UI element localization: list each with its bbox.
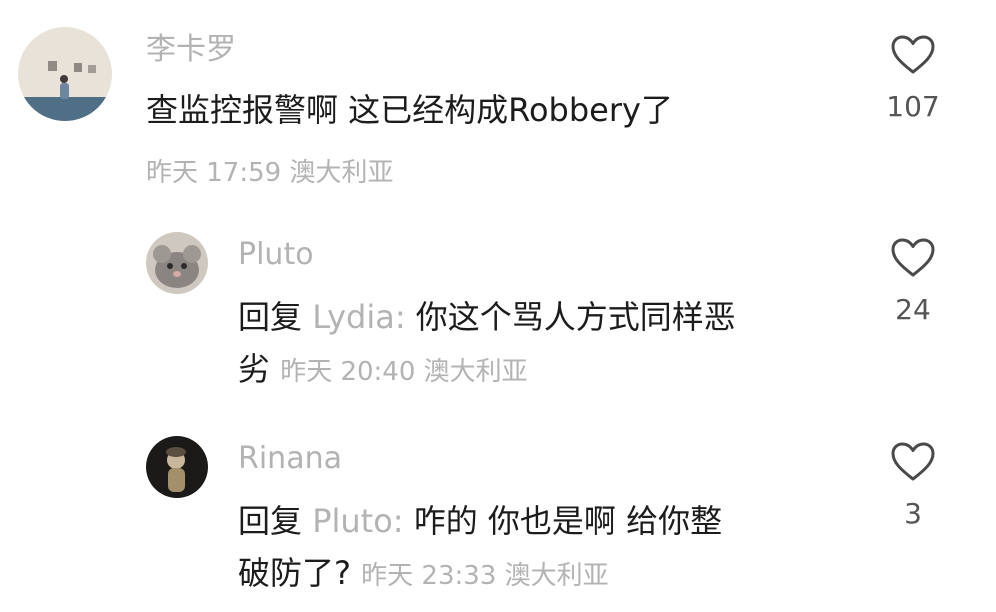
comment-time: 昨天 23:33 [361,561,497,591]
comment-time: 昨天 17:59 [146,158,282,188]
comment-meta: 昨天 23:33 澳大利亚 [361,561,608,591]
comment-username[interactable]: Pluto [238,236,314,274]
avatar-image [146,436,208,498]
avatar[interactable] [146,436,208,498]
comment-item: 李卡罗 查监控报警啊 这已经构成Robbery了 昨天 17:59 澳大利亚 1… [0,0,996,200]
reply-comment-item: Pluto 回复 Lydia: 你这个骂人方式同样恶 劣 昨天 20:40 澳大… [0,220,996,410]
comment-text-line: 破防了? 昨天 23:33 澳大利亚 [238,547,838,602]
comment-location: 澳大利亚 [504,561,609,591]
reply-target[interactable]: Lydia: [312,298,405,336]
comment-text[interactable]: 查监控报警啊 这已经构成Robbery了 [146,84,846,136]
avatar[interactable] [18,27,112,121]
like-count: 3 [904,497,922,530]
heart-outline-icon [891,442,935,481]
comment-location: 澳大利亚 [423,357,528,387]
comment-text-line1: 你这个骂人方式同样恶 [415,298,736,336]
comment-location: 澳大利亚 [289,158,394,188]
reply-prefix: 回复 [238,502,303,540]
comment-username[interactable]: Rinana [238,440,342,478]
comment-text-line: 劣 昨天 20:40 澳大利亚 [238,343,838,398]
avatar[interactable] [146,232,208,294]
like-count: 107 [886,90,940,123]
comment-time: 昨天 20:40 [280,357,416,387]
reply-prefix: 回复 [238,298,303,336]
avatar-image [18,27,112,121]
comment-username[interactable]: 李卡罗 [146,31,236,69]
comment-text[interactable]: 回复 Lydia: 你这个骂人方式同样恶 劣 昨天 20:40 澳大利亚 [238,291,838,398]
heart-outline-icon [891,35,935,74]
like-button[interactable]: 3 [873,441,953,531]
avatar-image [146,232,208,294]
comment-text[interactable]: 回复 Pluto: 咋的 你也是啊 给你整 破防了? 昨天 23:33 澳大利亚 [238,495,838,602]
comment-text-line: 回复 Pluto: 咋的 你也是啊 给你整 [238,495,838,547]
heart-outline-icon [891,238,935,277]
comment-text-line2: 破防了? [238,554,351,592]
comment-meta: 昨天 20:40 澳大利亚 [280,357,527,387]
comment-meta: 昨天 17:59 澳大利亚 [146,156,393,190]
comment-text-line2: 劣 [238,350,271,388]
reply-target[interactable]: Pluto: [312,502,403,540]
comment-text-line: 查监控报警啊 这已经构成Robbery了 [146,91,673,129]
reply-comment-item: Rinana 回复 Pluto: 咋的 你也是啊 给你整 破防了? 昨天 23:… [0,424,996,612]
like-button[interactable]: 107 [873,34,953,124]
like-count: 24 [895,293,931,326]
like-button[interactable]: 24 [873,237,953,327]
comment-text-line: 回复 Lydia: 你这个骂人方式同样恶 [238,291,838,343]
comment-text-line1: 咋的 你也是啊 给你整 [413,502,723,540]
